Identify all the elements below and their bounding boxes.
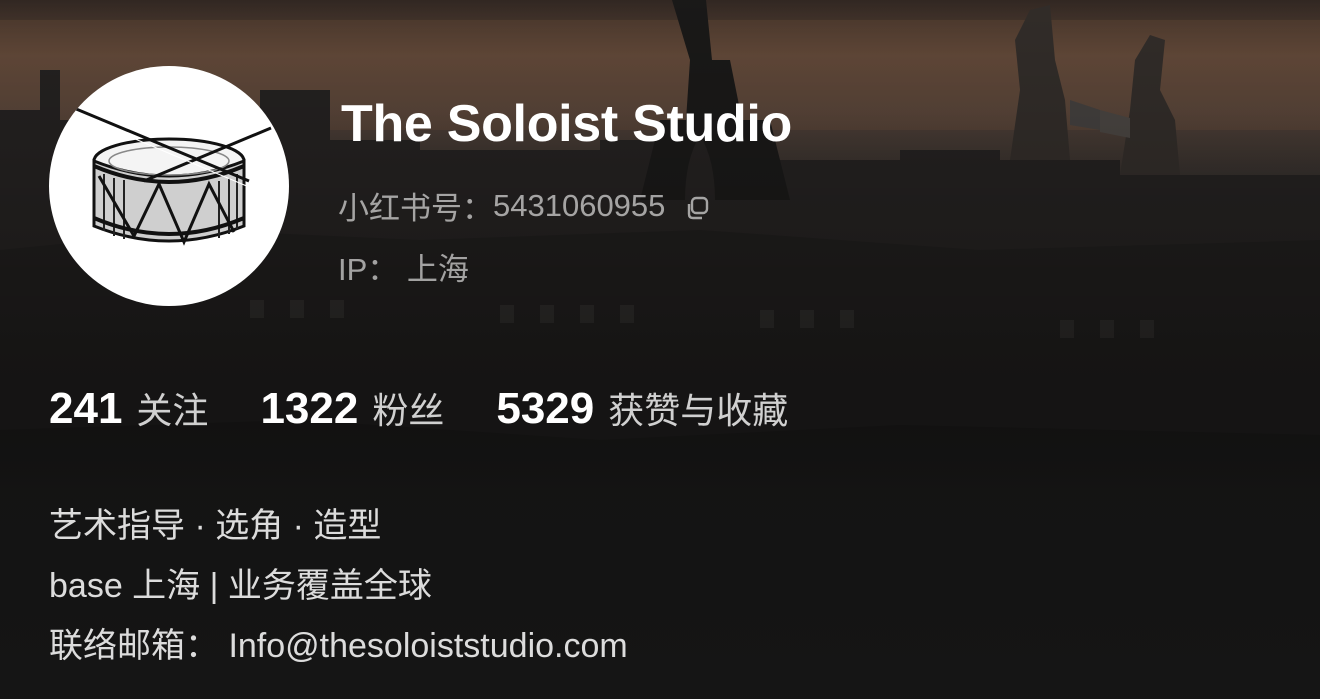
snare-drum-icon [68,104,272,246]
profile-stats: 241 关注 1322 粉丝 5329 获赞与收藏 [49,382,840,434]
bio-line-services: 艺术指导 · 选角 · 造型 [49,507,382,545]
account-id-row: 小红书号： 5431060955 [338,183,711,228]
profile-header: The Soloist Studio 小红书号： 5431060955 IP： … [0,0,1320,699]
bio-line-contact: 联络邮箱： Info@thesoloiststudio.com [49,627,628,665]
ip-label: IP： [338,252,399,287]
stat-following-count: 241 [49,384,123,433]
stat-likes-collects[interactable]: 5329 获赞与收藏 [496,382,788,434]
stat-likes-count: 5329 [496,384,595,433]
profile-bio: 艺术指导 · 选角 · 造型 base 上海 | 业务覆盖全球 联络邮箱： In… [49,496,628,676]
account-id-label: 小红书号： [338,191,493,226]
stat-followers-count: 1322 [260,384,359,433]
stat-likes-label: 获赞与收藏 [608,390,789,431]
stat-following[interactable]: 241 关注 [49,382,208,434]
stat-followers[interactable]: 1322 粉丝 [260,382,444,434]
stat-followers-label: 粉丝 [372,390,445,431]
copy-icon[interactable] [685,193,711,219]
ip-value: 上海 [406,252,469,287]
account-id-value: 5431060955 [493,187,666,223]
stat-following-label: 关注 [136,390,209,431]
profile-name: The Soloist Studio [341,95,793,153]
avatar[interactable] [49,66,289,306]
ip-location-row: IP： 上海 [338,244,469,289]
bio-line-location: base 上海 | 业务覆盖全球 [49,567,432,605]
